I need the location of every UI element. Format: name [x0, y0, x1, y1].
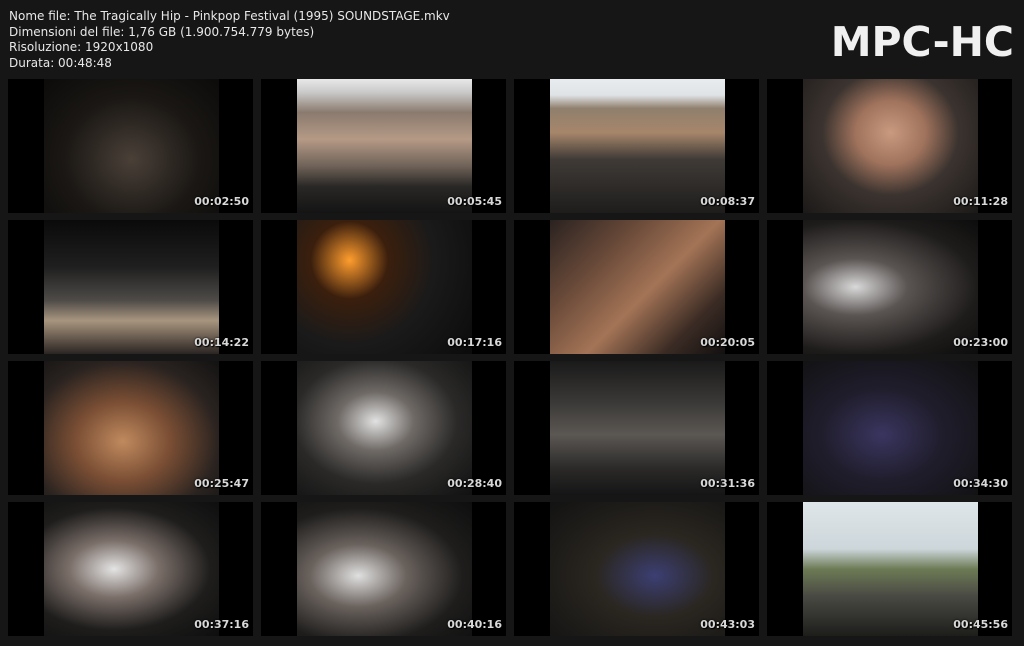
file-duration: Durata: 00:48:48 [9, 55, 112, 70]
thumbnail-timestamp: 00:37:16 [194, 618, 249, 631]
thumbnail-timestamp: 00:14:22 [194, 336, 249, 349]
thumbnail-timestamp: 00:23:00 [953, 336, 1008, 349]
thumbnail: 00:11:28 [767, 79, 1012, 213]
thumbnail-frame-singer-closeup [803, 79, 978, 213]
thumbnail-frame-singer-drummer-2 [297, 502, 472, 636]
thumbnail: 00:02:50 [8, 79, 253, 213]
thumbnail-timestamp: 00:34:30 [953, 477, 1008, 490]
thumbnail-timestamp: 00:25:47 [194, 477, 249, 490]
thumbnail-timestamp: 00:17:16 [447, 336, 502, 349]
thumbnail-timestamp: 00:11:28 [953, 195, 1008, 208]
thumbnail-timestamp: 00:45:56 [953, 618, 1008, 631]
thumbnail: 00:23:00 [767, 220, 1012, 354]
thumbnail-frame-guitarist-hair-closeup [550, 220, 725, 354]
thumbnail-frame-stage-lights-guitarist [297, 220, 472, 354]
thumbnail: 00:28:40 [261, 361, 506, 495]
mpc-hc-logo: MPC-HC [830, 18, 1014, 66]
thumbnail-timestamp: 00:05:45 [447, 195, 502, 208]
thumbnail-timestamp: 00:08:37 [700, 195, 755, 208]
thumbnail: 00:37:16 [8, 502, 253, 636]
thumbnail: 00:17:16 [261, 220, 506, 354]
thumbnail-grid: 00:02:50 00:05:45 00:08:37 00:11:28 00:14:22… [8, 79, 1018, 639]
thumbnail-timestamp: 00:02:50 [194, 195, 249, 208]
thumbnail-frame-guitarist-stage-left [550, 502, 725, 636]
file-name: Nome file: The Tragically Hip - Pinkpop … [9, 9, 450, 23]
thumbnail-frame-singer-festival-sky [803, 502, 978, 636]
thumbnail-frame-stadium-crowd-wide [297, 79, 472, 213]
thumbnail: 00:43:03 [514, 502, 759, 636]
thumbnail-frame-stage-wide-flags-crowd [44, 220, 219, 354]
thumbnail-frame-drummer-kit [44, 361, 219, 495]
thumbnail: 00:45:56 [767, 502, 1012, 636]
thumbnail: 00:14:22 [8, 220, 253, 354]
file-size: Dimensioni del file: 1,76 GB (1.900.754.… [9, 24, 315, 39]
thumbnail-frame-singer-mic-stand [297, 361, 472, 495]
thumbnail-timestamp: 00:28:40 [447, 477, 502, 490]
thumbnail-timestamp: 00:31:36 [700, 477, 755, 490]
file-info: Nome file: The Tragically Hip - Pinkpop … [9, 9, 450, 71]
thumbnail: 00:40:16 [261, 502, 506, 636]
thumbnail-frame-stage-wide-band [550, 361, 725, 495]
thumbnail-timestamp: 00:43:03 [700, 618, 755, 631]
file-resolution: Risoluzione: 1920x1080 [9, 40, 154, 54]
thumbnail-frame-singer-drummer [803, 220, 978, 354]
thumbnail-frame-stage-daylight-crowd [550, 79, 725, 213]
thumbnail: 00:34:30 [767, 361, 1012, 495]
thumbnail: 00:08:37 [514, 79, 759, 213]
thumbnail-timestamp: 00:40:16 [447, 618, 502, 631]
thumbnail-frame-singer-singing [44, 502, 219, 636]
thumbnail: 00:05:45 [261, 79, 506, 213]
thumbnail: 00:20:05 [514, 220, 759, 354]
thumbnail-frame-guitarist-blue-shirt [803, 361, 978, 495]
thumbnail-timestamp: 00:20:05 [700, 336, 755, 349]
thumbnail: 00:31:36 [514, 361, 759, 495]
thumbnail: 00:25:47 [8, 361, 253, 495]
thumbnail-frame-band-on-stage-dark [44, 79, 219, 213]
